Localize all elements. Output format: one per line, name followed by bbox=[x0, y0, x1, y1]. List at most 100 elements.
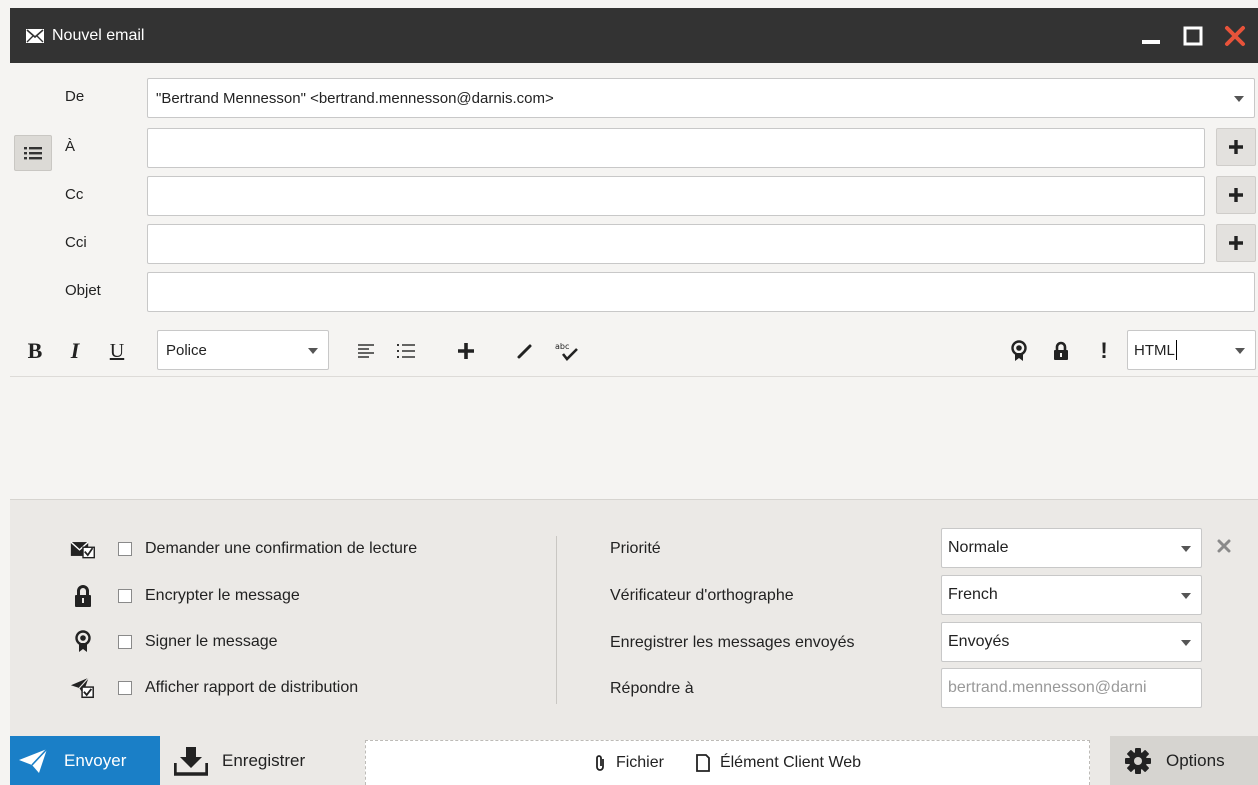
spellcheck-button[interactable]: abc bbox=[554, 337, 580, 365]
reply-to-value: bertrand.mennesson@darni bbox=[948, 679, 1147, 696]
italic-label: I bbox=[70, 338, 80, 363]
highlight-button[interactable] bbox=[514, 337, 536, 365]
save-sent-folder-select[interactable]: Envoyés bbox=[941, 622, 1202, 662]
priority-select[interactable]: Normale bbox=[941, 528, 1202, 568]
spellcheck-language-select[interactable]: French bbox=[941, 575, 1202, 615]
sign-button[interactable] bbox=[1008, 337, 1030, 365]
delivery-report-checkbox[interactable] bbox=[118, 681, 132, 695]
maximize-icon bbox=[1183, 26, 1203, 45]
attachment-drop-zone[interactable]: Fichier Élément Client Web bbox=[365, 740, 1090, 785]
read-receipt-label: Demander une confirmation de lecture bbox=[145, 540, 418, 557]
envelope-icon bbox=[26, 28, 44, 43]
cc-row: Cc bbox=[10, 176, 1258, 216]
plus-icon bbox=[1229, 236, 1243, 250]
message-body-editor[interactable] bbox=[10, 378, 1258, 500]
save-draft-button[interactable]: Enregistrer bbox=[170, 736, 350, 785]
to-label: À bbox=[65, 138, 76, 155]
send-icon bbox=[19, 747, 48, 773]
certificate-icon bbox=[1011, 340, 1027, 361]
bcc-input[interactable] bbox=[147, 224, 1205, 264]
bcc-label: Cci bbox=[65, 234, 87, 251]
add-bcc-button[interactable] bbox=[1216, 224, 1256, 262]
underline-button[interactable]: U bbox=[106, 337, 128, 365]
subject-row: Objet bbox=[10, 272, 1258, 312]
bullet-list-button[interactable] bbox=[396, 337, 416, 365]
encrypt-option: Encrypter le message bbox=[70, 581, 300, 611]
bold-button[interactable]: B bbox=[24, 337, 46, 365]
minimize-icon bbox=[1142, 39, 1160, 44]
plus-icon bbox=[458, 343, 474, 359]
sign-option: Signer le message bbox=[70, 627, 278, 657]
send-button[interactable]: Envoyer bbox=[10, 736, 160, 785]
encrypt-checkbox[interactable] bbox=[118, 589, 132, 603]
sign-label: Signer le message bbox=[145, 633, 278, 650]
text-caret bbox=[1175, 340, 1177, 360]
options-button[interactable]: Options bbox=[1110, 736, 1258, 785]
sign-checkbox[interactable] bbox=[118, 635, 132, 649]
exclamation-icon: ! bbox=[1100, 338, 1108, 363]
send-label: Envoyer bbox=[64, 750, 127, 770]
importance-button[interactable]: ! bbox=[1094, 337, 1114, 365]
subject-label: Objet bbox=[65, 282, 101, 299]
encrypt-button[interactable] bbox=[1050, 337, 1072, 365]
priority-value: Normale bbox=[948, 539, 1009, 556]
lock-icon bbox=[70, 583, 96, 609]
svg-text:abc: abc bbox=[555, 342, 569, 351]
spellcheck-icon: abc bbox=[555, 342, 578, 361]
insert-button[interactable] bbox=[456, 337, 476, 365]
underline-label: U bbox=[109, 339, 125, 362]
pen-icon bbox=[517, 344, 532, 359]
align-left-icon bbox=[358, 344, 374, 358]
close-icon bbox=[1217, 539, 1231, 553]
subject-input[interactable] bbox=[147, 272, 1255, 312]
align-button[interactable] bbox=[356, 337, 376, 365]
spellcheck-label: Vérificateur d'orthographe bbox=[610, 587, 794, 604]
font-select[interactable]: Police bbox=[157, 330, 329, 370]
attach-file-button[interactable]: Fichier bbox=[594, 754, 664, 772]
certificate-icon bbox=[70, 629, 96, 655]
plus-icon bbox=[1229, 188, 1243, 202]
delivery-report-label: Afficher rapport de distribution bbox=[145, 679, 359, 696]
options-label: Options bbox=[1166, 750, 1225, 770]
from-value: "Bertrand Mennesson" <bertrand.mennesson… bbox=[156, 89, 554, 107]
reply-to-label: Répondre à bbox=[610, 680, 694, 697]
cc-input[interactable] bbox=[147, 176, 1205, 216]
attach-item-label: Élément Client Web bbox=[719, 754, 862, 771]
attach-item-button[interactable]: Élément Client Web bbox=[696, 754, 861, 772]
message-header: De "Bertrand Mennesson" <bertrand.mennes… bbox=[10, 63, 1258, 378]
font-value: Police bbox=[166, 341, 207, 359]
format-value: HTML bbox=[1134, 341, 1175, 359]
window-titlebar: Nouvel email bbox=[10, 8, 1258, 63]
close-options-button[interactable] bbox=[1215, 537, 1233, 555]
format-select[interactable]: HTML bbox=[1127, 330, 1256, 370]
to-input[interactable] bbox=[147, 128, 1205, 168]
bold-label: B bbox=[27, 338, 43, 363]
download-icon bbox=[174, 746, 208, 776]
delivery-report-icon bbox=[70, 675, 96, 701]
bcc-row: Cci bbox=[10, 224, 1258, 264]
spellcheck-value: French bbox=[948, 586, 998, 603]
maximize-button[interactable] bbox=[1182, 25, 1204, 47]
add-cc-button[interactable] bbox=[1216, 176, 1256, 214]
from-label: De bbox=[65, 88, 85, 105]
plus-icon bbox=[1229, 140, 1243, 154]
to-row: À bbox=[10, 128, 1258, 168]
close-button[interactable] bbox=[1224, 25, 1246, 47]
attach-file-label: Fichier bbox=[615, 754, 664, 771]
reply-to-input[interactable]: bertrand.mennesson@darni bbox=[941, 668, 1202, 708]
read-receipt-checkbox[interactable] bbox=[118, 542, 132, 556]
add-to-button[interactable] bbox=[1216, 128, 1256, 166]
minimize-button[interactable] bbox=[1140, 25, 1162, 47]
read-receipt-option: Demander une confirmation de lecture bbox=[70, 534, 417, 564]
window-title: Nouvel email bbox=[52, 26, 145, 44]
cc-label: Cc bbox=[65, 186, 84, 203]
priority-label: Priorité bbox=[610, 540, 661, 557]
italic-button[interactable]: I bbox=[66, 337, 84, 365]
read-receipt-icon bbox=[70, 536, 96, 562]
close-icon bbox=[1225, 25, 1245, 46]
formatting-toolbar: B I U Police abc ! HTML bbox=[10, 325, 1258, 377]
delivery-report-option: Afficher rapport de distribution bbox=[70, 673, 358, 703]
gear-icon bbox=[1125, 747, 1151, 774]
from-select[interactable]: "Bertrand Mennesson" <bertrand.mennesson… bbox=[147, 78, 1255, 118]
options-divider bbox=[556, 536, 557, 704]
